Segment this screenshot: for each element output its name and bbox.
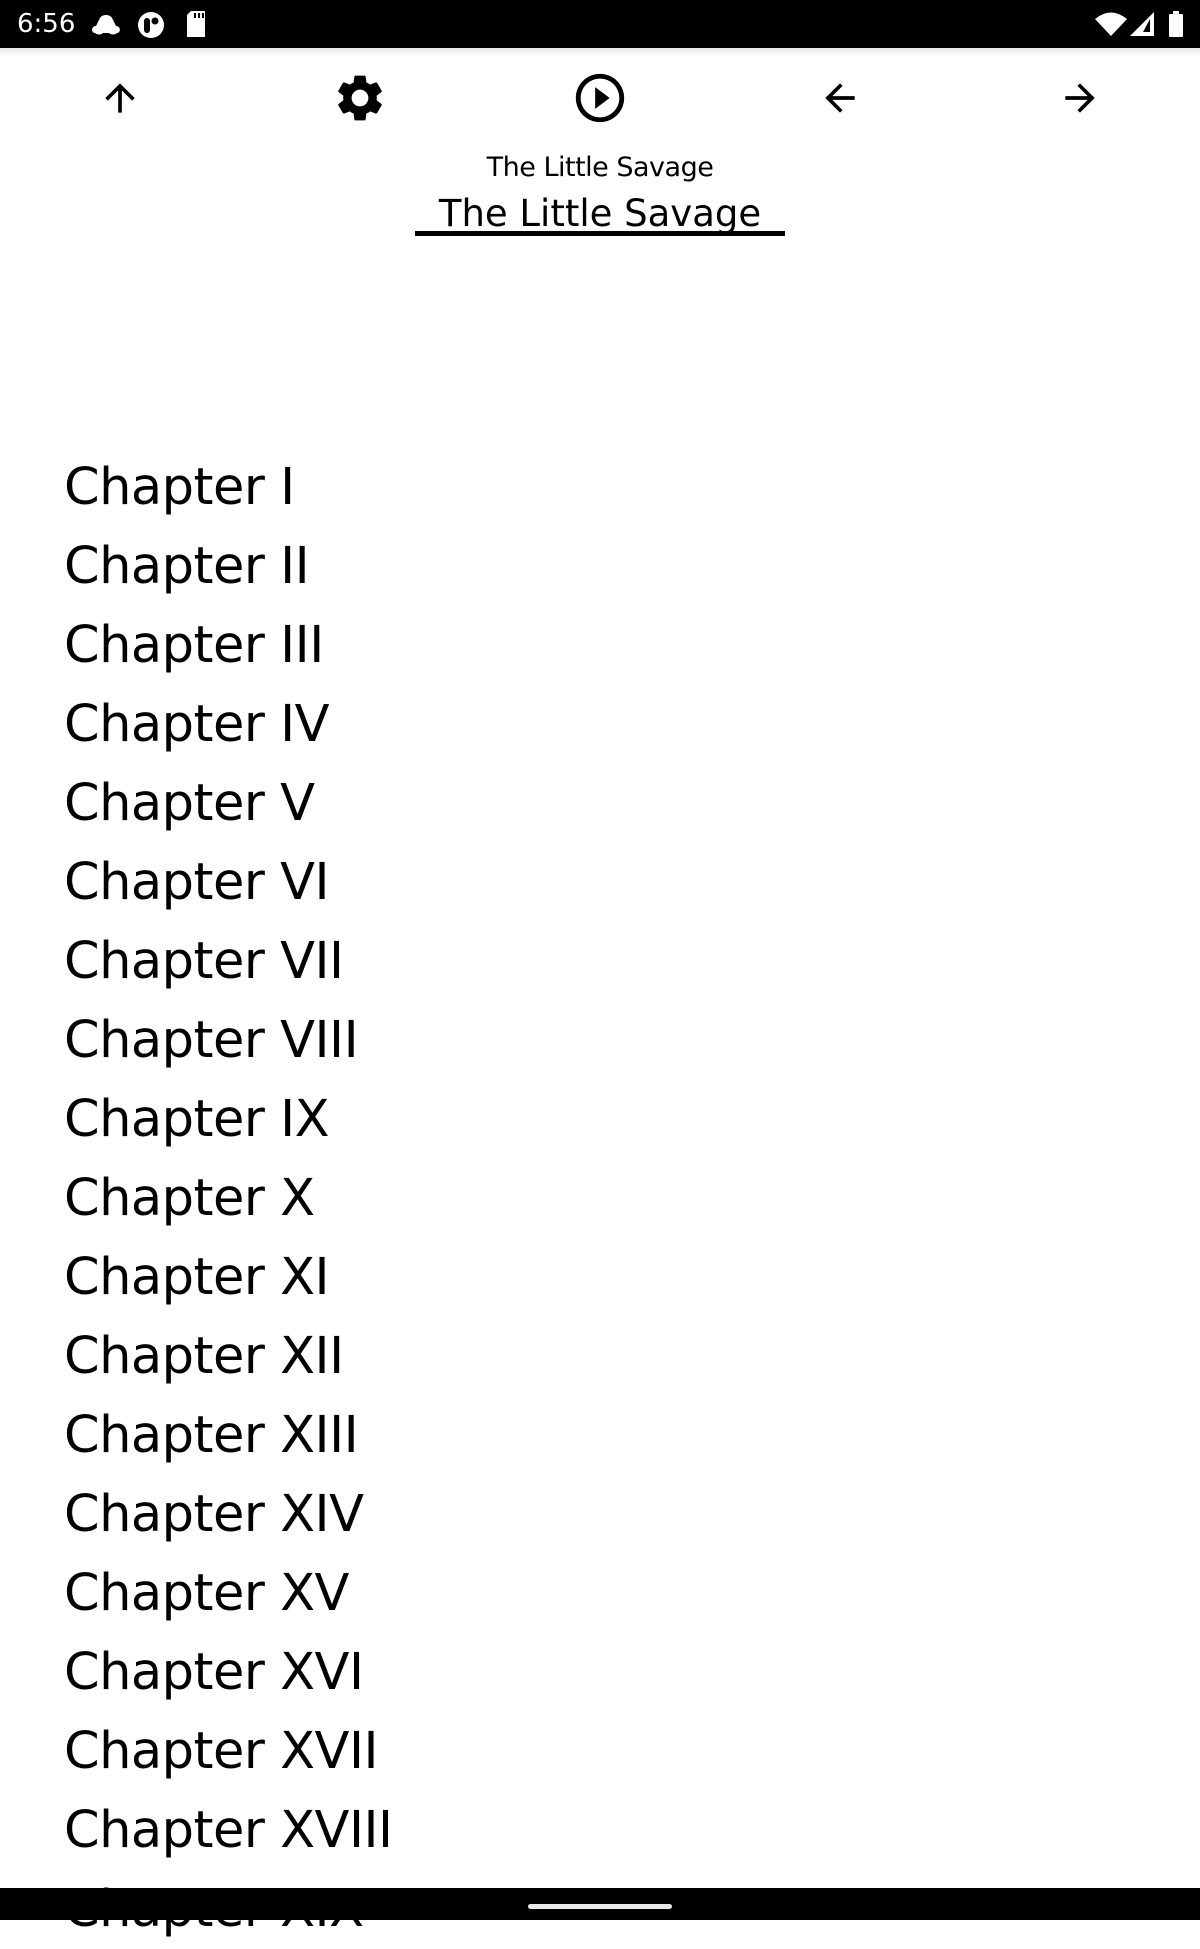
chapter-item[interactable]: Chapter XI [64, 1238, 393, 1317]
cloud-icon [91, 11, 121, 42]
arrow-left-icon [825, 83, 855, 113]
gear-icon [338, 75, 382, 121]
toolbar-shadow [0, 48, 1200, 56]
play-circle-icon [575, 73, 625, 123]
chapter-item[interactable]: Chapter IV [64, 685, 393, 764]
chapter-item[interactable]: Chapter I [64, 448, 393, 527]
chapter-item[interactable]: Chapter VI [64, 843, 393, 922]
chapter-item[interactable]: Chapter VIII [64, 1001, 393, 1080]
chapter-item[interactable]: Chapter III [64, 606, 393, 685]
chapter-list: Chapter I Chapter II Chapter III Chapter… [64, 448, 393, 1949]
chapter-item[interactable]: Chapter II [64, 527, 393, 606]
chapter-item[interactable]: Chapter XIII [64, 1396, 393, 1475]
book-title-field[interactable]: The Little Savage [415, 190, 785, 236]
chapter-item[interactable]: Chapter X [64, 1159, 393, 1238]
app-notification-icon [137, 11, 165, 44]
arrow-up-icon [105, 83, 135, 113]
home-gesture-handle[interactable] [528, 1904, 672, 1909]
chapter-item[interactable]: Chapter IX [64, 1080, 393, 1159]
wifi-icon [1095, 12, 1127, 41]
chapter-item[interactable]: Chapter XVII [64, 1712, 393, 1791]
chapter-item[interactable]: Chapter XV [64, 1554, 393, 1633]
chapter-item[interactable]: Chapter XII [64, 1317, 393, 1396]
next-button[interactable] [1050, 70, 1110, 126]
status-bar: 6:56 [0, 0, 1200, 48]
status-time: 6:56 [17, 9, 76, 39]
sd-card-icon [185, 11, 207, 42]
previous-button[interactable] [810, 70, 870, 126]
chapter-item[interactable]: Chapter XIV [64, 1475, 393, 1554]
play-button[interactable] [570, 70, 630, 126]
cell-signal-icon [1130, 12, 1154, 41]
settings-button[interactable] [330, 70, 390, 126]
book-title-text: The Little Savage [438, 192, 762, 235]
book-subtitle: The Little Savage [486, 152, 714, 183]
up-button[interactable] [90, 70, 150, 126]
arrow-right-icon [1065, 83, 1095, 113]
chapter-item[interactable]: Chapter XVI [64, 1633, 393, 1712]
chapter-item[interactable]: Chapter XVIII [64, 1791, 393, 1870]
battery-icon [1168, 11, 1184, 42]
navigation-bar [0, 1888, 1200, 1920]
chapter-item[interactable]: Chapter V [64, 764, 393, 843]
chapter-item[interactable]: Chapter VII [64, 922, 393, 1001]
